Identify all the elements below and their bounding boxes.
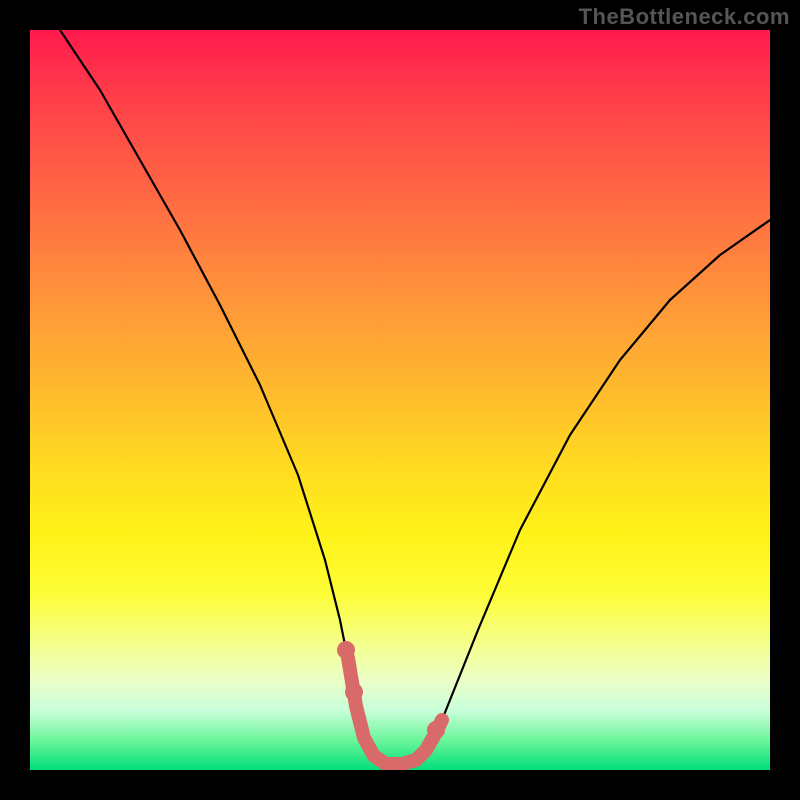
- watermark-text: TheBottleneck.com: [579, 4, 790, 30]
- overlay-dot-2-icon: [345, 683, 363, 701]
- bottleneck-curve-path: [60, 30, 770, 764]
- bottleneck-curve-svg: [30, 30, 770, 770]
- plot-area: [30, 30, 770, 770]
- overlay-dot-1-icon: [337, 641, 355, 659]
- overlay-dot-3-icon: [427, 721, 445, 739]
- chart-frame: TheBottleneck.com: [0, 0, 800, 800]
- bottleneck-overlay-path: [348, 658, 442, 764]
